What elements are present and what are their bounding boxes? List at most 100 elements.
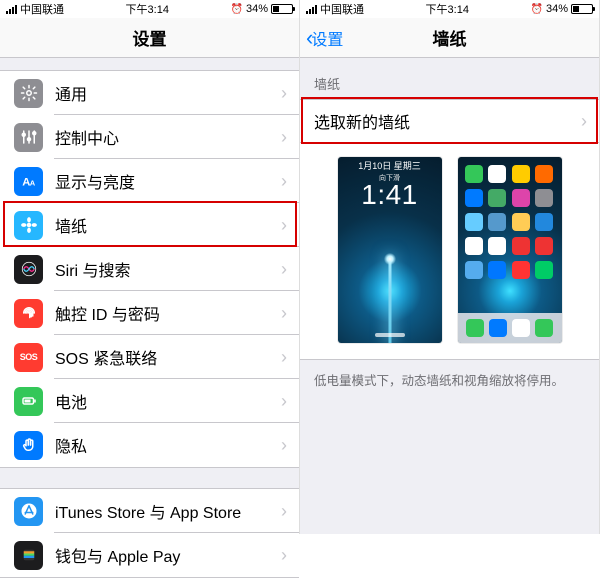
home-app-icon <box>512 261 530 279</box>
fingerprint-icon <box>14 299 43 328</box>
battery-percent: 34% <box>546 3 568 15</box>
settings-pane: 中国联通 下午3:14 ⏰ 34% 设置 通用›控制中心›AA显示与亮度›墙纸›… <box>0 0 300 534</box>
home-app-icon <box>512 213 530 231</box>
home-app-icon <box>535 237 553 255</box>
dock-app-icon <box>466 319 484 337</box>
settings-row-label: 电池 <box>55 389 281 413</box>
appstore-icon <box>14 497 43 526</box>
home-app-icon <box>465 213 483 231</box>
section-label: 墙纸 <box>300 58 599 99</box>
status-time: 下午3:14 <box>426 1 469 17</box>
choose-new-wallpaper-row[interactable]: 选取新的墙纸 › <box>300 99 599 143</box>
chevron-right-icon: › <box>281 215 299 236</box>
lock-clock: 1:41 <box>338 179 442 211</box>
settings-row-itunes[interactable]: iTunes Store 与 App Store› <box>0 489 299 533</box>
home-app-icon <box>488 189 506 207</box>
chevron-right-icon: › <box>281 391 299 412</box>
hand-icon <box>14 431 43 460</box>
settings-row-label: 通用 <box>55 81 281 105</box>
settings-row-privacy[interactable]: 隐私› <box>0 423 299 467</box>
choose-new-wallpaper-label: 选取新的墙纸 <box>314 109 581 133</box>
home-app-icon <box>535 189 553 207</box>
back-button[interactable]: ‹ 设置 <box>306 18 343 57</box>
home-app-icon <box>512 189 530 207</box>
alarm-icon: ⏰ <box>531 4 543 15</box>
back-label: 设置 <box>311 26 343 50</box>
footer-note: 低电量模式下，动态墙纸和视角缩放将停用。 <box>300 360 599 399</box>
chevron-right-icon: › <box>281 127 299 148</box>
gear-icon <box>14 79 43 108</box>
chevron-right-icon: › <box>281 545 299 566</box>
home-app-icon <box>465 261 483 279</box>
home-app-icon <box>512 165 530 183</box>
home-app-icon <box>535 165 553 183</box>
wallpaper-previews: 1:41 1月10日 星期三 向下滑 <box>300 143 599 360</box>
chevron-right-icon: › <box>281 171 299 192</box>
home-app-icon <box>535 213 553 231</box>
home-screen-preview[interactable] <box>458 157 562 343</box>
svg-text:A: A <box>29 179 35 188</box>
home-app-icon <box>465 237 483 255</box>
settings-row-label: 墙纸 <box>55 213 281 237</box>
wallet-icon <box>14 541 43 570</box>
battery-icon <box>571 4 593 14</box>
home-app-icon <box>488 213 506 231</box>
sos-icon: SOS <box>14 343 43 372</box>
settings-row-display[interactable]: AA 显示与亮度› <box>0 159 299 203</box>
carrier-label: 中国联通 <box>20 1 64 17</box>
battery-percent: 34% <box>246 3 268 15</box>
settings-row-label: 显示与亮度 <box>55 169 281 193</box>
dock-app-icon <box>512 319 530 337</box>
chevron-right-icon: › <box>281 501 299 522</box>
chevron-right-icon: › <box>281 347 299 368</box>
lock-screen-preview[interactable]: 1:41 1月10日 星期三 向下滑 <box>338 157 442 343</box>
chevron-right-icon: › <box>581 111 587 132</box>
battery-icon <box>271 4 293 14</box>
chevron-right-icon: › <box>281 259 299 280</box>
chevron-right-icon: › <box>281 303 299 324</box>
settings-row-label: iTunes Store 与 App Store <box>55 499 281 523</box>
page-title: 设置 <box>133 25 167 50</box>
status-time: 下午3:14 <box>126 1 169 17</box>
settings-row-label: 钱包与 Apple Pay <box>55 543 281 567</box>
home-app-icon <box>512 237 530 255</box>
lock-date: 1月10日 星期三 <box>338 159 442 172</box>
nav-bar-right: ‹ 设置 墙纸 <box>300 18 599 58</box>
text-aa-icon: AA <box>14 167 43 196</box>
settings-row-wallpaper[interactable]: 墙纸› <box>0 203 299 247</box>
settings-list: 通用›控制中心›AA显示与亮度›墙纸›Siri 与搜索›触控 ID 与密码›SO… <box>0 70 299 578</box>
battery-icon <box>14 387 43 416</box>
chevron-right-icon: › <box>281 435 299 456</box>
settings-row-wallet[interactable]: 钱包与 Apple Pay› <box>0 533 299 577</box>
settings-row-general[interactable]: 通用› <box>0 71 299 115</box>
home-app-icon <box>465 189 483 207</box>
home-app-icon <box>488 165 506 183</box>
chevron-right-icon: › <box>281 83 299 104</box>
settings-row-sos[interactable]: SOS SOS 紧急联络› <box>0 335 299 379</box>
settings-row-label: Siri 与搜索 <box>55 257 281 281</box>
status-bar: 中国联通 下午3:14 ⏰ 34% <box>0 0 299 18</box>
settings-row-label: SOS 紧急联络 <box>55 345 281 369</box>
home-app-icon <box>488 261 506 279</box>
siri-icon <box>14 255 43 284</box>
dock-app-icon <box>489 319 507 337</box>
page-title: 墙纸 <box>433 25 467 50</box>
home-app-icon <box>488 237 506 255</box>
settings-row-battery[interactable]: 电池› <box>0 379 299 423</box>
sliders-icon <box>14 123 43 152</box>
home-app-icon <box>465 165 483 183</box>
status-bar: 中国联通 下午3:14 ⏰ 34% <box>300 0 599 18</box>
home-app-icon <box>535 261 553 279</box>
settings-row-touchid[interactable]: 触控 ID 与密码› <box>0 291 299 335</box>
settings-row-control-center[interactable]: 控制中心› <box>0 115 299 159</box>
dock-app-icon <box>535 319 553 337</box>
signal-icon <box>306 5 317 14</box>
flower-icon <box>14 211 43 240</box>
settings-row-label: 隐私 <box>55 433 281 457</box>
settings-row-label: 控制中心 <box>55 125 281 149</box>
carrier-label: 中国联通 <box>320 1 364 17</box>
settings-row-label: 触控 ID 与密码 <box>55 301 281 325</box>
settings-row-siri[interactable]: Siri 与搜索› <box>0 247 299 291</box>
nav-bar-left: 设置 <box>0 18 299 58</box>
alarm-icon: ⏰ <box>231 4 243 15</box>
